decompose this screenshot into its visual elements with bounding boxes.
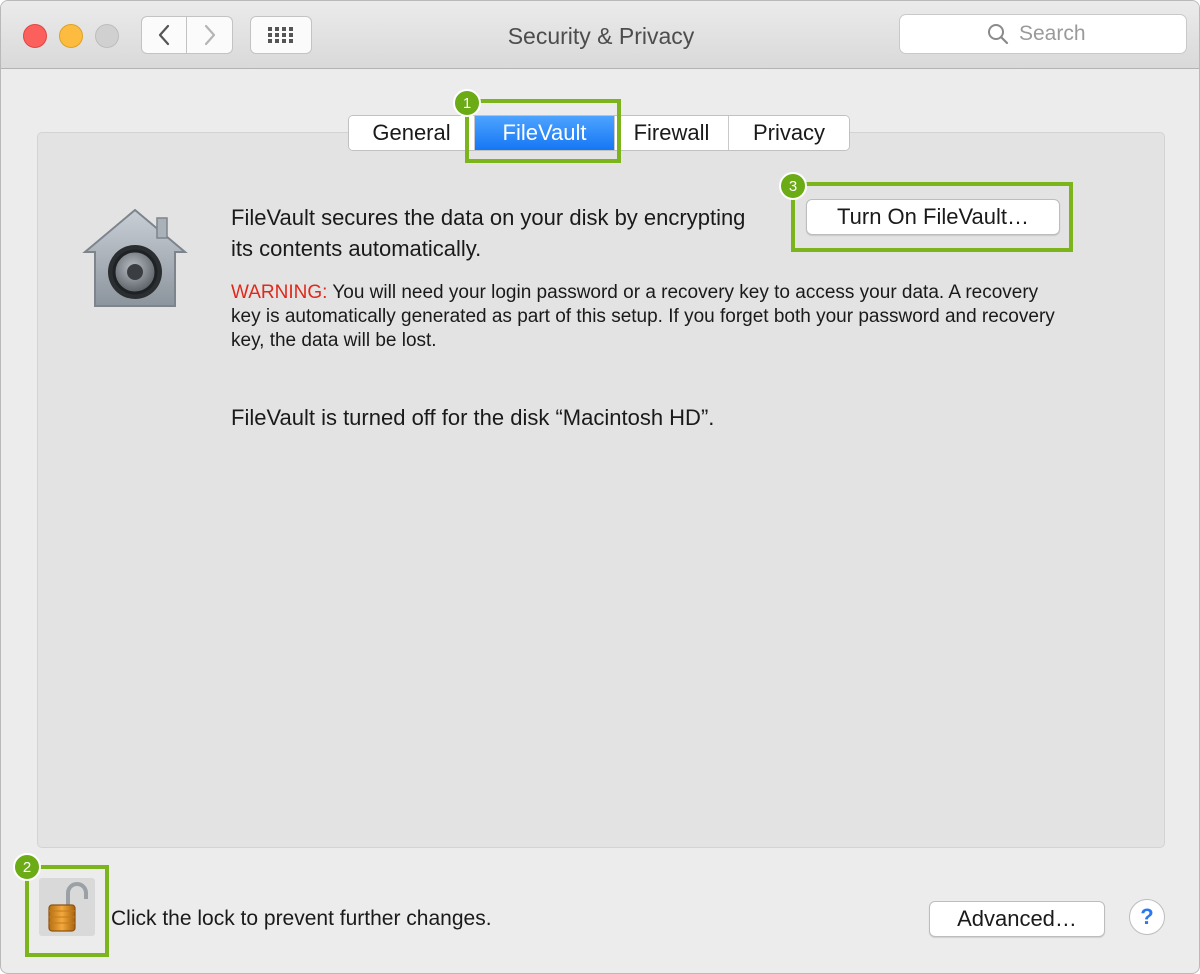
highlight-filevault-tab bbox=[465, 99, 621, 163]
callout-badge-2: 2 bbox=[13, 853, 41, 881]
chevron-right-icon bbox=[204, 24, 215, 46]
advanced-button[interactable]: Advanced… bbox=[929, 901, 1105, 937]
window-title: Security & Privacy bbox=[507, 23, 695, 49]
security-privacy-window: Security & Privacy General FileVault Fir… bbox=[0, 0, 1200, 974]
search-field[interactable] bbox=[899, 14, 1187, 54]
highlight-turn-on-button bbox=[791, 182, 1073, 252]
search-input[interactable] bbox=[1019, 22, 1099, 46]
callout-badge-1: 1 bbox=[453, 89, 481, 117]
filevault-status: FileVault is turned off for the disk “Ma… bbox=[231, 405, 715, 430]
zoom-button[interactable] bbox=[95, 24, 119, 48]
minimize-button[interactable] bbox=[59, 24, 83, 48]
show-all-button[interactable] bbox=[250, 16, 312, 54]
title-bar: Security & Privacy bbox=[1, 1, 1199, 69]
help-button[interactable]: ? bbox=[1129, 899, 1165, 935]
highlight-lock bbox=[25, 865, 109, 957]
grid-icon bbox=[268, 27, 293, 43]
lock-status-text: Click the lock to prevent further change… bbox=[111, 907, 492, 930]
filevault-icon bbox=[82, 208, 188, 307]
warning-text: You will need your login password or a r… bbox=[231, 282, 1055, 351]
chevron-left-icon bbox=[158, 24, 170, 46]
search-icon bbox=[988, 24, 1009, 45]
back-button[interactable] bbox=[141, 16, 187, 54]
close-button[interactable] bbox=[23, 24, 47, 48]
warning-message: WARNING: You will need your login passwo… bbox=[231, 281, 1061, 353]
tab-general[interactable]: General bbox=[349, 116, 475, 150]
warning-label: WARNING: bbox=[231, 282, 328, 303]
forward-button[interactable] bbox=[187, 16, 233, 54]
tab-firewall[interactable]: Firewall bbox=[615, 116, 729, 150]
filevault-description: FileVault secures the data on your disk … bbox=[231, 205, 746, 261]
tab-privacy[interactable]: Privacy bbox=[729, 116, 849, 150]
callout-badge-3: 3 bbox=[779, 172, 807, 200]
